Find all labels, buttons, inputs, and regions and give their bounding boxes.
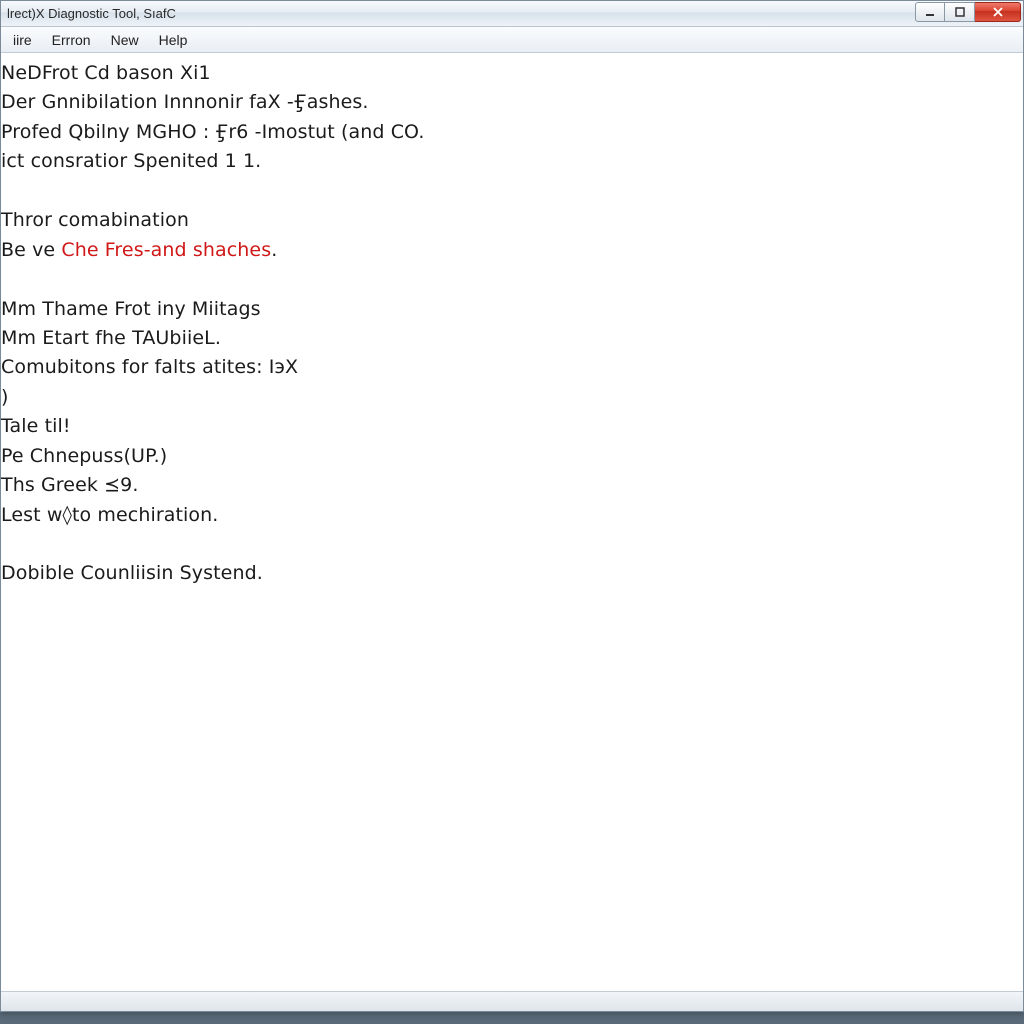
- title-bar[interactable]: lrect)X Diagnostic Tool, SıafC: [1, 1, 1023, 27]
- status-bar: [1, 991, 1023, 1011]
- output-line: Be ve Che Fres-and shaches.: [1, 236, 1023, 265]
- menu-item-help[interactable]: Help: [151, 29, 200, 51]
- output-line: Mm Thame Frot iny Miitags: [1, 295, 1023, 324]
- content-area: NeDFrot Cd bason Xi1Der Gnnibilation Inn…: [1, 53, 1023, 589]
- output-line: [1, 177, 1023, 206]
- menu-item-iire[interactable]: iire: [5, 29, 44, 51]
- output-line: Mm Etart fhe TAUbiieL.: [1, 324, 1023, 353]
- output-line: Pe Chnepuss(UP.): [1, 442, 1023, 471]
- output-line: [1, 265, 1023, 294]
- output-line: Dobible Counliisin Systend.: [1, 559, 1023, 588]
- output-line: Thror comabination: [1, 206, 1023, 235]
- output-text: .: [271, 239, 277, 261]
- menu-bar: iire Errron New Help: [1, 27, 1023, 53]
- maximize-button[interactable]: [945, 2, 975, 22]
- app-window: lrect)X Diagnostic Tool, SıafC iire Errr…: [0, 0, 1024, 1012]
- output-line: Lest w◊to mechiration.: [1, 501, 1023, 530]
- output-line: ): [1, 383, 1023, 412]
- close-icon: [992, 7, 1004, 17]
- window-controls: [915, 2, 1021, 22]
- output-line: Comubitons for falts atites: IэX: [1, 353, 1023, 382]
- minimize-icon: [925, 7, 935, 17]
- output-line: [1, 530, 1023, 559]
- maximize-icon: [955, 7, 965, 17]
- output-line: Der Gnnibilation Innnonir faX -Ӻashes.: [1, 88, 1023, 117]
- menu-item-errron[interactable]: Errron: [44, 29, 103, 51]
- output-text: Be ve: [1, 239, 61, 261]
- output-line: Profed Qbilny MGHO : Ӻr6 -Imostut (and C…: [1, 118, 1023, 147]
- output-text-error: Che Fres-and shaches: [61, 239, 271, 261]
- output-line: NeDFrot Cd bason Xi1: [1, 59, 1023, 88]
- output-line: ict consratior Spenited 1 1.: [1, 147, 1023, 176]
- menu-item-new[interactable]: New: [103, 29, 151, 51]
- output-line: Tale til!: [1, 412, 1023, 441]
- window-title: lrect)X Diagnostic Tool, SıafC: [7, 6, 915, 21]
- minimize-button[interactable]: [915, 2, 945, 22]
- close-button[interactable]: [975, 2, 1021, 22]
- output-line: Ths Greek ⪯9.: [1, 471, 1023, 500]
